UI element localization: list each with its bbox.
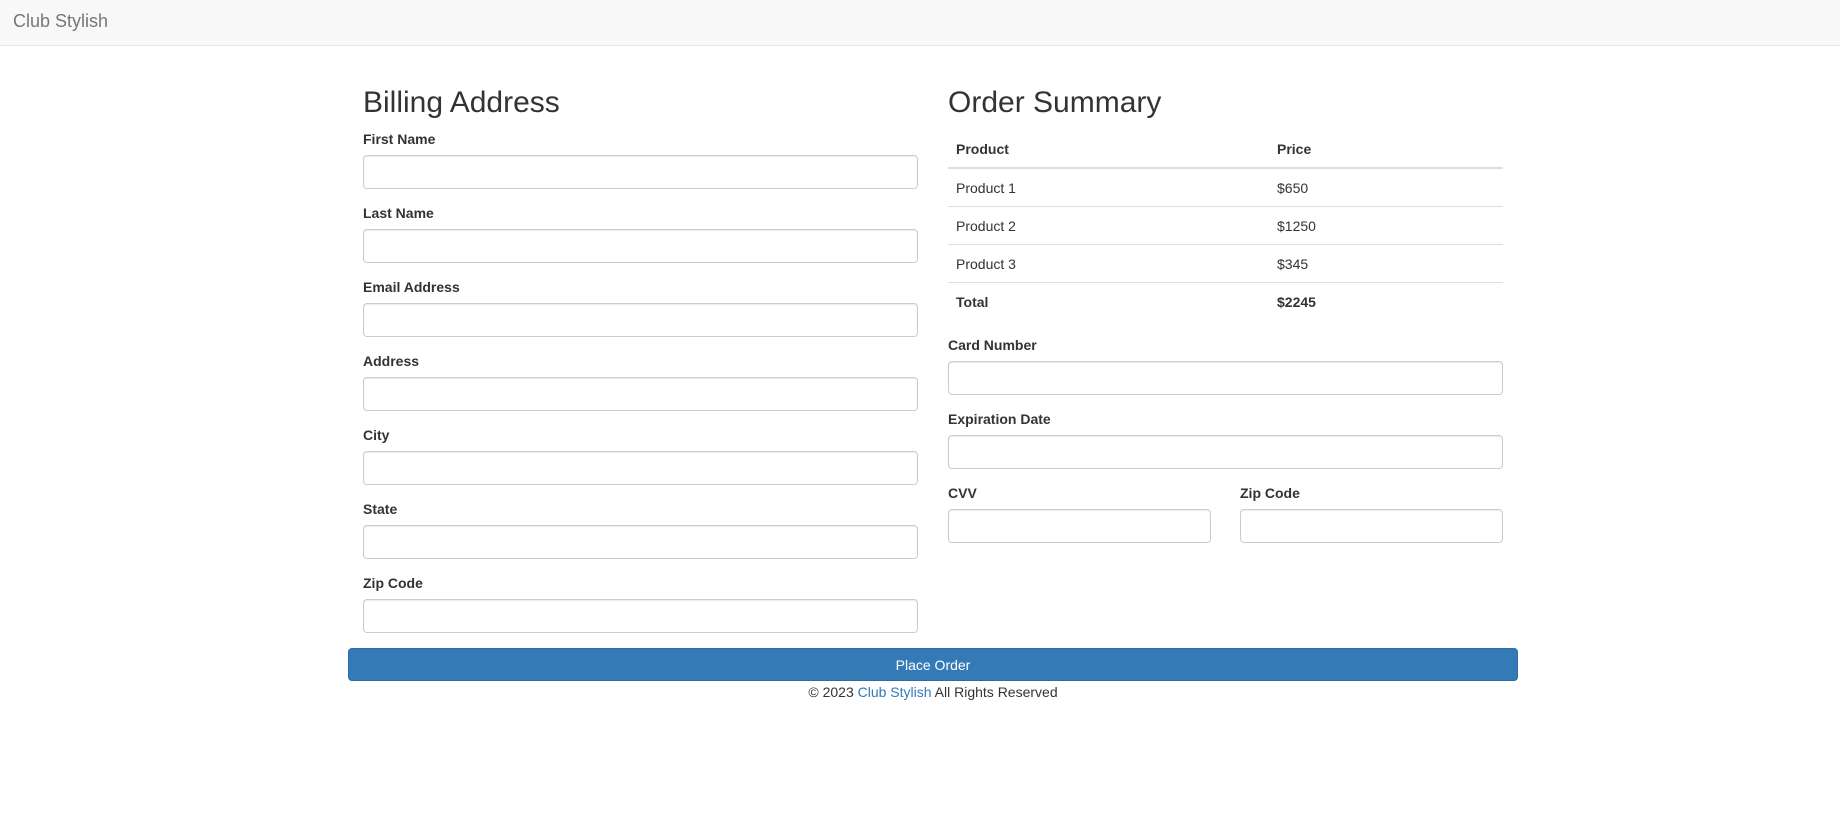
order-summary-table: Product Price Product 1 $650 Product 2 $… [948,130,1503,320]
last-name-group: Last Name [363,204,918,263]
product-price: $345 [1269,244,1503,283]
cvv-label: CVV [948,485,977,501]
cvv-group: CVV [948,484,1211,543]
place-order-button[interactable]: Place Order [348,648,1518,681]
table-row: Product 2 $1250 [948,206,1503,245]
table-row: Product 1 $650 [948,168,1503,207]
table-header-row: Product Price [948,130,1503,169]
footer: © 2023 Club Stylish All Rights Reserved [0,683,1840,701]
product-name: Product 2 [948,206,1269,245]
product-name: Product 1 [956,179,1016,196]
expiration-label: Expiration Date [948,411,1051,427]
total-row: Total $2245 [948,282,1503,320]
order-summary-section: Order Summary Product Price Product 1 $6… [948,84,1503,543]
email-label: Email Address [363,279,460,295]
payment-zip-label: Zip Code [1240,485,1300,501]
email-group: Email Address [363,278,918,337]
total-price: $2245 [1269,282,1503,320]
product-price: $1250 [1269,206,1503,245]
first-name-label: First Name [363,131,436,147]
navbar: Club Stylish [0,0,1840,46]
email-input[interactable] [363,303,918,337]
product-price: $650 [1277,179,1309,196]
address-group: Address [363,352,918,411]
address-label: Address [363,353,420,369]
expiration-input[interactable] [948,435,1503,469]
city-input[interactable] [363,451,918,485]
copyright-text: © 2023 [808,684,854,700]
billing-section: Billing Address First Name Last Name Ema… [363,84,918,633]
state-label: State [363,501,398,517]
product-name: Product 3 [948,244,1269,283]
payment-zip-group: Zip Code [1240,484,1503,543]
rights-text: All Rights Reserved [934,684,1058,700]
billing-zip-group: Zip Code [363,574,918,633]
card-number-group: Card Number [948,336,1503,395]
address-input[interactable] [363,377,918,411]
total-label: Total [948,282,1269,320]
billing-zip-label: Zip Code [363,575,423,591]
footer-brand-link[interactable]: Club Stylish [858,684,932,700]
state-input[interactable] [363,525,918,559]
cvv-input[interactable] [948,509,1211,543]
last-name-input[interactable] [363,229,918,263]
first-name-input[interactable] [363,155,918,189]
price-column-header: Price [1269,130,1503,169]
card-number-input[interactable] [948,361,1503,395]
city-label: City [363,427,390,443]
expiration-group: Expiration Date [948,410,1503,469]
billing-title: Billing Address [363,86,560,119]
product-column-header: Product [948,130,1269,169]
state-group: State [363,500,918,559]
order-summary-title: Order Summary [948,86,1162,119]
city-group: City [363,426,918,485]
brand-link[interactable]: Club Stylish [13,10,108,32]
last-name-label: Last Name [363,205,434,221]
table-row: Product 3 $345 [948,244,1503,283]
first-name-group: First Name [363,130,918,189]
card-number-label: Card Number [948,337,1037,353]
billing-zip-input[interactable] [363,599,918,633]
payment-zip-input[interactable] [1240,509,1503,543]
